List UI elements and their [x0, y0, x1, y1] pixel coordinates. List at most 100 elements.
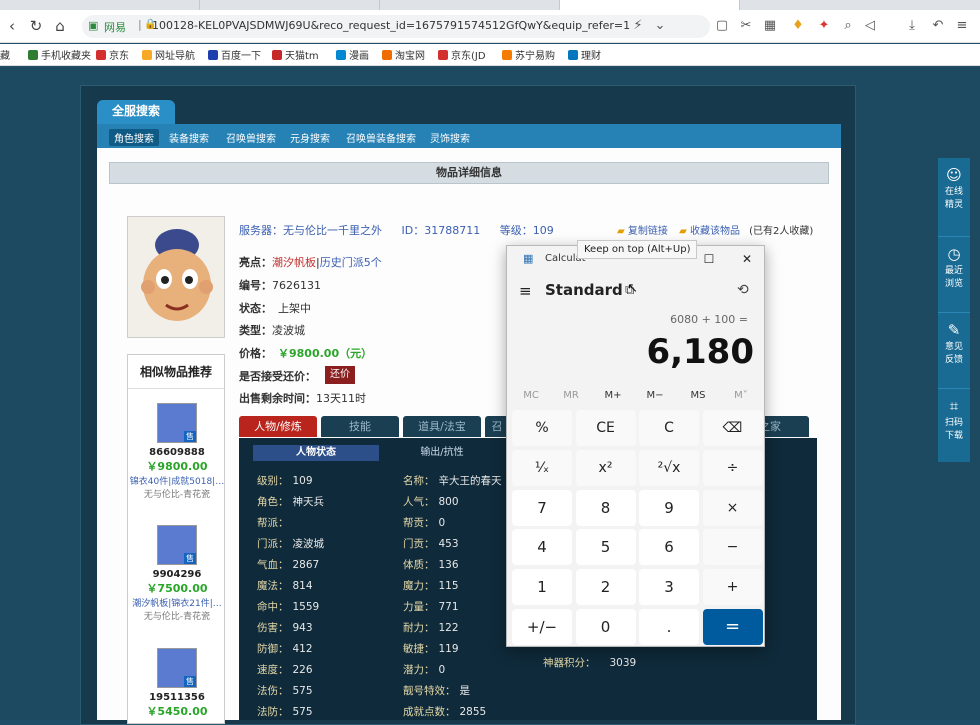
- tab-skills[interactable]: 技能: [321, 416, 399, 437]
- category-ornament-search[interactable]: 灵饰搜索: [425, 129, 475, 146]
- category-pet-search[interactable]: 召唤兽搜索: [221, 129, 281, 146]
- four-key[interactable]: 4: [512, 529, 572, 566]
- hamburger-menu-icon[interactable]: ≡: [519, 282, 532, 300]
- back-icon[interactable]: ‹: [2, 16, 22, 36]
- memory-store-button[interactable]: MS: [678, 390, 718, 401]
- similar-item-avatar[interactable]: 售: [157, 648, 197, 688]
- counter-offer-button[interactable]: 还价: [325, 366, 355, 384]
- feedback-button[interactable]: ✎ 意见 反馈: [938, 312, 970, 388]
- browser-tab[interactable]: [380, 0, 560, 10]
- memory-add-button[interactable]: M+: [593, 390, 633, 401]
- memory-clear-button[interactable]: MC: [511, 390, 551, 401]
- divide-key[interactable]: ÷: [702, 449, 763, 486]
- minus-key[interactable]: −: [702, 529, 763, 566]
- stat-school-contrib: 门贡： 453: [403, 538, 459, 550]
- menu-icon[interactable]: ≡: [954, 18, 970, 34]
- similar-item[interactable]: 售 19511356 ￥5450.00: [128, 648, 226, 719]
- tab-output-resist[interactable]: 输出/抗性: [379, 445, 505, 461]
- decimal-key[interactable]: .: [639, 609, 699, 645]
- category-yuanshen-search[interactable]: 元身搜索: [285, 129, 335, 146]
- tab-items[interactable]: 道具/法宝: [403, 416, 481, 437]
- shield-badge-icon[interactable]: ♦: [790, 18, 806, 34]
- suning-icon: [502, 50, 512, 60]
- seven-key[interactable]: 7: [512, 489, 572, 526]
- reciprocal-key[interactable]: ¹⁄ₓ: [512, 449, 572, 486]
- bookmark-item[interactable]: 百度一下: [208, 47, 261, 62]
- close-icon[interactable]: ✕: [735, 250, 759, 268]
- similar-item[interactable]: 售 86609888 ￥9800.00 锦衣40件|成就5018|… 无与伦比-…: [128, 403, 226, 500]
- bookmark-item[interactable]: 京东: [96, 47, 129, 62]
- three-key[interactable]: 3: [639, 569, 699, 606]
- tab-character-status[interactable]: 人物状态: [253, 445, 379, 461]
- bookmark-item[interactable]: 网址导航: [142, 47, 195, 62]
- multiply-key[interactable]: ×: [702, 489, 763, 526]
- tab-character[interactable]: 人物/修炼: [239, 416, 317, 437]
- bookmark-item[interactable]: 苏宁易购: [502, 47, 555, 62]
- clear-key[interactable]: C: [639, 410, 699, 446]
- similar-item[interactable]: 售 9904296 ￥7500.00 潮汐帆板|锦衣21件|… 无与伦比-青花瓷: [128, 525, 226, 622]
- two-key[interactable]: 2: [575, 569, 636, 606]
- home-icon[interactable]: ⌂: [50, 16, 70, 36]
- chevron-down-icon[interactable]: ⌄: [652, 18, 668, 34]
- backspace-key[interactable]: ⌫: [702, 410, 763, 446]
- similar-item-tags[interactable]: 潮汐帆板|锦衣21件|…: [128, 596, 226, 609]
- sound-icon[interactable]: ◁: [862, 18, 878, 34]
- similar-item-id: 86609888: [149, 447, 205, 458]
- lightning-icon[interactable]: ⚡: [630, 18, 646, 34]
- six-key[interactable]: 6: [639, 529, 699, 566]
- bookmark-item[interactable]: 漫画: [336, 47, 369, 62]
- scan-download-button[interactable]: ⌗ 扫码 下载: [938, 388, 970, 464]
- bookmark-item[interactable]: 京东(JD: [438, 47, 486, 62]
- percent-key[interactable]: %: [512, 410, 572, 446]
- similar-item-id: 9904296: [152, 569, 202, 580]
- nine-key[interactable]: 9: [639, 489, 699, 526]
- shield-icon: ▣: [88, 19, 99, 32]
- highlight-tag[interactable]: 历史门派5个: [320, 256, 382, 269]
- undo-icon[interactable]: ↶: [930, 18, 946, 34]
- browser-tab-active[interactable]: [560, 0, 740, 10]
- one-key[interactable]: 1: [512, 569, 572, 606]
- scissors-icon[interactable]: ✂: [738, 18, 754, 34]
- bookmark-item[interactable]: 理财: [568, 47, 601, 62]
- reload-icon[interactable]: ↻: [26, 16, 46, 36]
- bookmark-item[interactable]: 手机收藏夹: [28, 47, 91, 62]
- screenshot-icon[interactable]: ▢: [714, 18, 730, 34]
- online-assistant-button[interactable]: ☺ 在线 精灵: [938, 158, 970, 234]
- five-key[interactable]: 5: [575, 529, 636, 566]
- copy-link-button[interactable]: 复制链接: [628, 226, 668, 237]
- similar-item-avatar[interactable]: 售: [157, 403, 197, 443]
- square-key[interactable]: x²: [575, 449, 636, 486]
- grid-icon[interactable]: ▦: [762, 18, 778, 34]
- recent-browse-button[interactable]: ◷ 最近 浏览: [938, 236, 970, 312]
- bookmark-item[interactable]: 天猫tm: [272, 47, 319, 62]
- category-role-search[interactable]: 角色搜索: [109, 129, 159, 146]
- favorite-button[interactable]: 收藏该物品: [690, 226, 740, 237]
- history-icon[interactable]: ⟲: [737, 282, 749, 298]
- browser-tab[interactable]: [20, 0, 200, 10]
- memory-subtract-button[interactable]: M−: [635, 390, 675, 401]
- for-sale-badge: 售: [184, 553, 196, 564]
- maximize-icon[interactable]: ☐: [697, 250, 721, 268]
- plus-key[interactable]: +: [702, 569, 763, 606]
- tab-global-search[interactable]: 全服搜索: [97, 100, 175, 124]
- equals-key[interactable]: =: [702, 609, 763, 645]
- highlight-tag[interactable]: 潮汐帆板: [272, 256, 316, 269]
- eight-key[interactable]: 8: [575, 489, 636, 526]
- zero-key[interactable]: 0: [575, 609, 636, 645]
- negate-key[interactable]: +/−: [512, 609, 572, 645]
- search-icon[interactable]: ⌕: [840, 18, 856, 34]
- bookmark-item[interactable]: 淘宝网: [382, 47, 425, 62]
- memory-list-button[interactable]: M˅: [721, 390, 761, 401]
- url-field[interactable]: ▣ 网易 | 🔒 100128-KEL0PVAJSDMWJ69U&reco_re…: [82, 15, 710, 38]
- browser-tab[interactable]: [200, 0, 380, 10]
- game-icon[interactable]: ✦: [816, 18, 832, 34]
- taobao-icon: [382, 50, 392, 60]
- category-equip-search[interactable]: 装备搜索: [164, 129, 214, 146]
- clear-entry-key[interactable]: CE: [575, 410, 636, 446]
- similar-item-tags[interactable]: 锦衣40件|成就5018|…: [128, 474, 226, 487]
- memory-recall-button[interactable]: MR: [551, 390, 591, 401]
- category-pet-equip-search[interactable]: 召唤兽装备搜索: [341, 129, 421, 146]
- similar-item-avatar[interactable]: 售: [157, 525, 197, 565]
- download-icon[interactable]: ⤓: [904, 18, 920, 34]
- square-root-key[interactable]: ²√x: [639, 449, 699, 486]
